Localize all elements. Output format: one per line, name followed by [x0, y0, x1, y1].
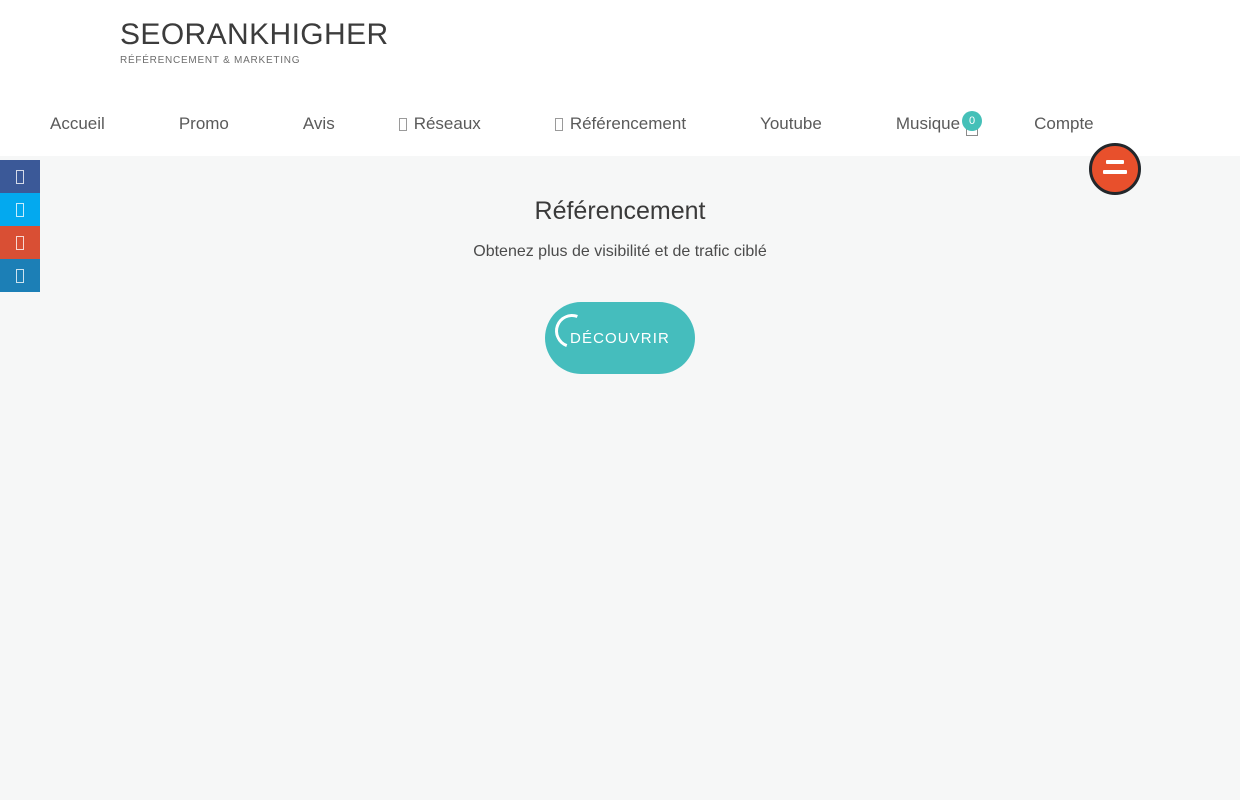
nav-item-reseaux[interactable]: Réseaux: [398, 114, 481, 134]
nav-item-label: Musique: [895, 114, 961, 133]
main-navigation: Accueil Promo Avis Réseaux Référencement…: [50, 104, 1094, 144]
nav-item-compte[interactable]: Compte: [1034, 114, 1094, 134]
nav-item-referencement[interactable]: Référencement: [554, 114, 687, 134]
nav-item-label: Réseaux: [413, 114, 481, 133]
google-plus-icon: [16, 235, 24, 250]
nav-item-label: Promo: [178, 114, 229, 133]
linkedin-icon: [16, 268, 24, 283]
nav-item-youtube[interactable]: Youtube: [760, 114, 822, 134]
missing-glyph-icon: [554, 117, 563, 131]
brand-logo[interactable]: SEORANKHIGHER RÉFÉRENCEMENT & MARKETING: [120, 18, 389, 68]
hero-section: Référencement Obtenez plus de visibilité…: [0, 156, 1240, 800]
nav-item-avis[interactable]: Avis: [303, 114, 335, 134]
missing-glyph-icon: [398, 117, 407, 131]
brand-tagline: RÉFÉRENCEMENT & MARKETING: [120, 55, 301, 66]
cart-count-badge: 0: [962, 111, 982, 131]
page-title: Référencement: [534, 197, 706, 225]
nav-item-label: Accueil: [50, 114, 105, 133]
social-share-rail: [0, 160, 40, 292]
hamburger-icon-bar-bottom: [1103, 170, 1127, 174]
nav-item-label: Référencement: [569, 114, 687, 133]
nav-item-musique[interactable]: Musique: [896, 114, 960, 134]
facebook-icon: [16, 169, 24, 184]
hamburger-menu-button[interactable]: [1089, 143, 1141, 195]
cart-button[interactable]: 0: [958, 110, 992, 144]
nav-item-promo[interactable]: Promo: [179, 114, 229, 134]
twitter-icon: [16, 202, 24, 217]
brand-title: SEORANKHIGHER: [120, 18, 389, 51]
site-header: SEORANKHIGHER RÉFÉRENCEMENT & MARKETING …: [0, 0, 1240, 156]
social-button-google-plus[interactable]: [0, 226, 40, 259]
hero-subtitle: Obtenez plus de visibilité et de trafic …: [473, 243, 767, 260]
nav-item-label: Compte: [1034, 114, 1094, 133]
social-button-facebook[interactable]: [0, 160, 40, 193]
hamburger-icon-bar-top: [1106, 160, 1124, 164]
nav-item-label: Avis: [302, 114, 335, 133]
nav-item-label: Youtube: [760, 114, 822, 133]
discover-button[interactable]: DÉCOUVRIR: [545, 302, 695, 374]
hero-cta-container: DÉCOUVRIR: [0, 302, 1240, 374]
social-button-twitter[interactable]: [0, 193, 40, 226]
social-button-linkedin[interactable]: [0, 259, 40, 292]
nav-item-accueil[interactable]: Accueil: [50, 114, 105, 134]
discover-button-label: DÉCOUVRIR: [570, 329, 670, 347]
